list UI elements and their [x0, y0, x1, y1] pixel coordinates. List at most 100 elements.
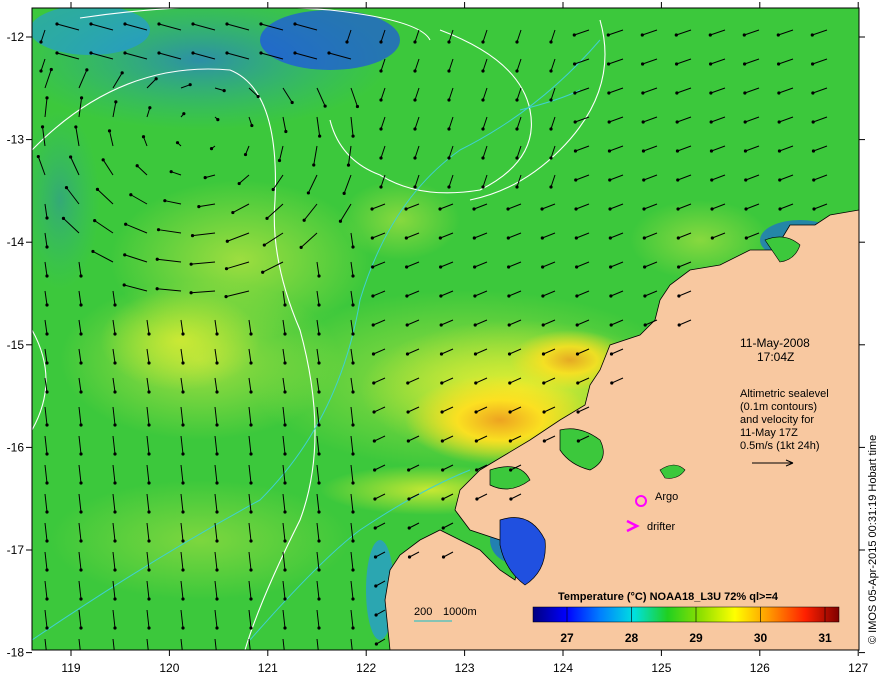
velocity-arrow-head	[45, 597, 49, 601]
velocity-arrow-head	[113, 303, 117, 307]
velocity-arrow-head	[447, 185, 451, 189]
velocity-arrow-head	[45, 332, 49, 336]
velocity-arrow-head	[508, 381, 512, 385]
velocity-arrow-head	[507, 352, 512, 356]
velocity-arrow-head	[74, 125, 78, 129]
velocity-arrow-head	[608, 236, 612, 240]
altimetry-line-5: 0.5m/s (1kt 24h)	[740, 440, 819, 452]
velocity-arrow-head	[413, 185, 417, 189]
velocity-arrow-head	[507, 265, 511, 269]
velocity-arrow-head	[189, 262, 193, 266]
velocity-arrow-head	[439, 352, 444, 356]
velocity-arrow-head	[45, 96, 49, 100]
velocity-arrow-head	[515, 185, 519, 189]
velocity-arrow-head	[147, 481, 151, 485]
velocity-arrow-head	[475, 468, 479, 472]
velocity-arrow-head	[283, 510, 287, 514]
velocity-arrow-head	[607, 149, 612, 153]
velocity-arrow-head	[237, 181, 241, 186]
velocity-arrow-head	[342, 191, 346, 196]
velocity-arrow-head	[216, 118, 220, 122]
velocity-arrow-head	[515, 98, 519, 102]
velocity-arrow-head	[542, 410, 546, 414]
velocity-arrow-head	[573, 149, 578, 153]
velocity-arrow-head	[351, 303, 355, 307]
velocity-arrow-head	[778, 207, 782, 211]
velocity-arrow-head	[283, 597, 287, 601]
lon-tick-label: 121	[258, 661, 278, 675]
velocity-arrow-head	[508, 410, 512, 414]
velocity-arrow-head	[351, 655, 354, 658]
velocity-arrow-head	[317, 332, 321, 336]
velocity-arrow-head	[79, 332, 83, 336]
velocity-arrow-head	[317, 303, 321, 307]
credit-text: © IMOS 05-Apr-2015 00:31:19 Hobart time	[867, 435, 879, 644]
velocity-arrow-head	[191, 51, 195, 55]
velocity-arrow-head	[79, 539, 83, 543]
velocity-arrow-head	[249, 539, 253, 543]
velocity-arrow-head	[509, 468, 513, 472]
velocity-arrow-head	[373, 555, 378, 559]
velocity-arrow-head	[49, 67, 53, 72]
altimetry-line-4: 11-May 17Z	[740, 427, 798, 439]
velocity-arrow-head	[225, 22, 229, 26]
velocity-arrow-head	[549, 127, 553, 131]
velocity-arrow-head	[91, 249, 95, 254]
velocity-arrow-head	[351, 452, 355, 456]
lat-tick-label: -17	[7, 543, 25, 557]
velocity-arrow-head	[675, 149, 680, 153]
velocity-arrow-head	[351, 568, 355, 572]
velocity-arrow-head	[744, 207, 748, 211]
velocity-arrow-head	[113, 423, 117, 427]
velocity-arrow-head	[374, 613, 378, 617]
velocity-arrow-head	[708, 33, 712, 37]
velocity-arrow-head	[506, 207, 510, 211]
velocity-arrow-head	[642, 178, 646, 182]
velocity-arrow-head	[249, 626, 253, 630]
velocity-arrow-head	[481, 156, 485, 160]
velocity-arrow-head	[163, 199, 167, 203]
date-label: 11-May-2008	[740, 336, 810, 350]
velocity-arrow-head	[79, 510, 83, 514]
velocity-arrow-head	[147, 568, 151, 572]
bathy-1000-label: 1000m	[443, 606, 477, 618]
velocity-arrow-head	[447, 127, 451, 131]
velocity-arrow-head	[89, 22, 93, 26]
velocity-arrow-head	[283, 626, 287, 630]
map-canvas: 119 120 121 122 123 124 125 126 127 -12 -13 -14 -15…	[7, 2, 879, 675]
velocity-arrow-head	[372, 381, 376, 385]
velocity-arrow-head	[124, 222, 128, 226]
velocity-arrow-head	[147, 539, 151, 543]
velocity-arrow-head	[317, 481, 321, 485]
velocity-arrow-head	[147, 510, 151, 514]
velocity-arrow-head	[36, 154, 40, 159]
velocity-arrow-head	[776, 33, 780, 37]
velocity-arrow-head	[45, 510, 49, 514]
velocity-arrow-head	[215, 332, 219, 336]
velocity-arrow-head	[441, 497, 445, 501]
velocity-arrow-head	[79, 274, 83, 278]
velocity-arrow-head	[379, 40, 383, 44]
velocity-arrow-head	[39, 40, 43, 44]
velocity-arrow-head	[85, 68, 89, 72]
velocity-arrow-head	[45, 423, 49, 427]
velocity-arrow-head	[447, 40, 451, 44]
velocity-arrow-head	[439, 323, 443, 327]
velocity-arrow-head	[743, 149, 748, 153]
velocity-arrow-head	[473, 294, 477, 298]
velocity-arrow-head	[355, 104, 360, 109]
velocity-arrow-head	[250, 123, 254, 128]
velocity-arrow-head	[231, 210, 235, 215]
velocity-arrow-head	[674, 62, 679, 66]
velocity-arrow-head	[575, 265, 579, 269]
colorbar-tick-label: 28	[625, 631, 639, 645]
velocity-arrow-head	[317, 597, 321, 601]
velocity-arrow-head	[405, 294, 409, 298]
velocity-arrow-head	[113, 510, 117, 514]
velocity-arrow-head	[407, 497, 411, 501]
velocity-arrow-head	[413, 69, 417, 73]
velocity-arrow-head	[249, 510, 253, 514]
velocity-arrow-head	[641, 149, 646, 153]
velocity-arrow-head	[351, 274, 355, 278]
velocity-arrow-head	[351, 539, 355, 543]
